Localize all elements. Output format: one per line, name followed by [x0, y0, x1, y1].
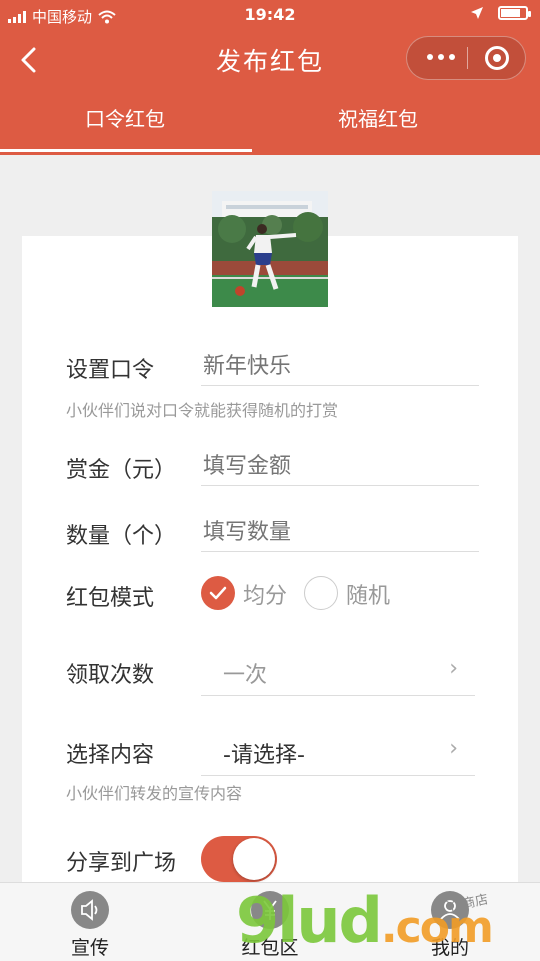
tab-bar-top: 口令红包 祝福红包 — [0, 95, 540, 155]
content-hint: 小伙伴们转发的宣传内容 — [66, 784, 243, 803]
content-select[interactable]: -请选择- — [201, 737, 475, 776]
header: 中国移动 19:42 发布红包 口令红包 祝福红包 — [0, 0, 540, 155]
status-bar: 中国移动 19:42 — [0, 0, 540, 30]
password-input[interactable] — [201, 352, 479, 386]
navbar: 发布红包 — [0, 30, 540, 90]
close-program-icon[interactable] — [485, 46, 509, 70]
status-time: 19:42 — [244, 5, 296, 24]
mode-option-random[interactable]: 随机 — [346, 578, 390, 610]
password-hint: 小伙伴们说对口令就能获得随机的打赏 — [66, 401, 339, 420]
mode-label: 红包模式 — [66, 586, 155, 611]
tab-indicator — [0, 149, 252, 152]
amount-input[interactable] — [201, 452, 479, 486]
battery-icon — [498, 6, 531, 20]
check-icon — [209, 586, 227, 600]
times-select[interactable]: 一次 — [201, 657, 475, 696]
mini-program-capsule — [406, 36, 526, 80]
mode-option-equal[interactable]: 均分 — [243, 578, 287, 610]
mode-radio-equal[interactable] — [201, 576, 235, 610]
share-label: 分享到广场 — [66, 851, 177, 876]
tabbar-label-promo: 宣传 — [70, 937, 109, 959]
toggle-knob — [233, 838, 275, 880]
times-label: 领取次数 — [66, 663, 155, 688]
capsule-divider — [467, 47, 468, 69]
battery-level — [501, 9, 520, 17]
tabbar-item-promo[interactable]: 宣传 — [30, 883, 150, 961]
avatar[interactable] — [212, 191, 328, 307]
password-label: 设置口令 — [66, 358, 155, 383]
count-label: 数量（个） — [66, 524, 177, 549]
share-toggle[interactable] — [201, 836, 277, 882]
tab-password-packet[interactable]: 口令红包 — [0, 95, 250, 155]
content-label: 选择内容 — [66, 743, 155, 768]
speaker-icon — [71, 891, 109, 929]
status-right — [470, 6, 531, 20]
count-input[interactable] — [201, 518, 479, 552]
mode-radio-random[interactable] — [304, 576, 338, 610]
tab-blessing-packet[interactable]: 祝福红包 — [252, 95, 504, 155]
location-icon — [471, 7, 483, 19]
more-icon[interactable] — [427, 54, 455, 60]
amount-label: 赏金（元） — [66, 458, 177, 483]
chevron-right-icon: › — [449, 656, 458, 681]
chevron-right-icon: › — [449, 736, 458, 761]
